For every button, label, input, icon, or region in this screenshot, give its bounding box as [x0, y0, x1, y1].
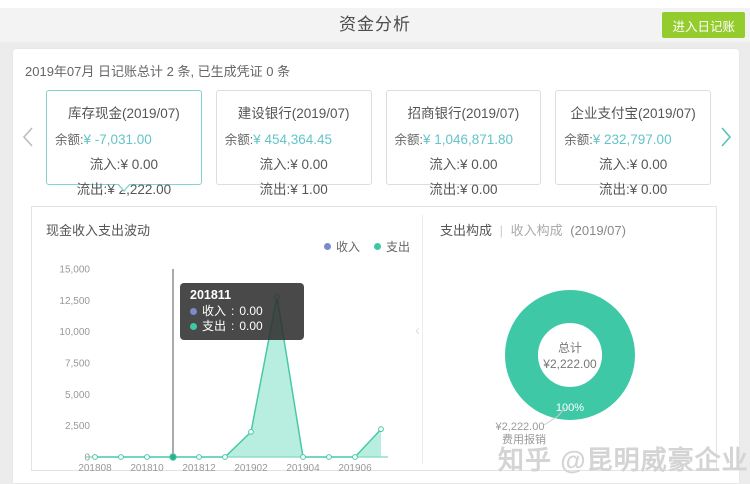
- svg-text:201906: 201906: [338, 463, 372, 474]
- account-inflow: 流入:¥ 0.00: [387, 153, 541, 173]
- collapse-chevron-icon[interactable]: ‹: [415, 322, 420, 339]
- account-name: 企业支付宝(2019/07): [570, 105, 696, 121]
- tab-expense-composition[interactable]: 支出构成: [440, 223, 492, 238]
- outflow-value: ¥ 1.00: [290, 181, 328, 197]
- outflow-label: 流出:: [76, 181, 108, 197]
- balance-value: ¥ 232,797.00: [592, 131, 672, 147]
- tab-income-composition[interactable]: 收入构成: [511, 223, 563, 238]
- inflow-label: 流入:: [89, 156, 121, 172]
- inflow-value: ¥ 0.00: [290, 156, 328, 172]
- account-balance: 余额:¥ 1,046,871.80: [395, 129, 541, 148]
- tooltip-separator: :: [231, 319, 235, 333]
- tooltip-title: 201811: [190, 288, 232, 302]
- prev-accounts-button[interactable]: [19, 90, 37, 185]
- outflow-value: ¥ 2,222.00: [107, 181, 172, 197]
- chart-tooltip: 201811 收入 : 0.00 支出 : 0.00: [180, 283, 304, 340]
- inflow-label: 流入:: [429, 156, 460, 172]
- account-card-alipay[interactable]: 企业支付宝(2019/07) 余额:¥ 232,797.00 流入:¥ 0.00…: [555, 89, 712, 197]
- account-inflow: 流入:¥ 0.00: [217, 153, 371, 173]
- top-white-strip: [0, 0, 750, 8]
- donut-center-label: 总计: [558, 341, 582, 355]
- balance-label: 余额:: [394, 132, 423, 147]
- tooltip-expense-row: 支出 : 0.00: [190, 319, 294, 334]
- account-balance: 余额:¥ 232,797.00: [564, 129, 710, 148]
- balance-value: ¥ -7,031.00: [83, 131, 152, 147]
- svg-text:201902: 201902: [234, 463, 268, 474]
- account-name: 库存现金(2019/07): [67, 105, 180, 121]
- outflow-value: ¥ 0.00: [459, 181, 498, 197]
- inflow-value: ¥ 0.00: [120, 156, 158, 172]
- tab-separator: |: [499, 223, 504, 238]
- tooltip-value: 0.00: [239, 319, 263, 333]
- account-outflow: 流出:¥ 2,222.00: [47, 178, 201, 198]
- page-title: 资金分析: [339, 15, 411, 34]
- account-balance: 余额:¥ 454,364.45: [225, 129, 371, 148]
- inflow-label: 流入:: [259, 156, 291, 172]
- account-outflow: 流出:¥ 1.00: [217, 178, 371, 198]
- svg-text:7,500: 7,500: [65, 359, 90, 370]
- zhihu-watermark: 知乎 @昆明威豪企业: [498, 445, 749, 475]
- chevron-left-icon: [22, 127, 33, 147]
- svg-text:201904: 201904: [286, 463, 320, 474]
- outflow-label: 流出:: [259, 181, 291, 197]
- svg-text:5,000: 5,000: [65, 390, 90, 401]
- callout-value: ¥2,222.00: [495, 421, 545, 433]
- next-accounts-button[interactable]: [717, 90, 735, 185]
- outflow-label: 流出:: [429, 181, 460, 197]
- balance-label: 余额:: [224, 132, 254, 147]
- tooltip-label: 收入: [202, 304, 227, 318]
- outflow-label: 流出:: [598, 181, 630, 197]
- svg-text:0: 0: [84, 453, 90, 464]
- charts-divider: [422, 215, 423, 464]
- svg-text:15,000: 15,000: [59, 265, 90, 276]
- header-bar: 资金分析 进入日记账: [0, 8, 750, 42]
- inflow-label: 流入:: [598, 156, 630, 172]
- account-name: 建设银行(2019/07): [237, 105, 350, 121]
- balance-value: ¥ 454,364.45: [253, 131, 333, 147]
- account-card-ccb[interactable]: 建设银行(2019/07) 余额:¥ 454,364.45 流入:¥ 0.00 …: [215, 89, 372, 197]
- svg-text:2,500: 2,500: [65, 421, 90, 432]
- balance-label: 余额:: [54, 132, 84, 147]
- tooltip-label: 支出: [202, 319, 227, 333]
- donut-ring[interactable]: [505, 290, 635, 420]
- main-panel: 2019年07月 日记账总计 2 条, 已生成凭证 0 条 库存现金(2019/…: [12, 48, 740, 484]
- donut-center-value: ¥2,222.00: [542, 357, 597, 371]
- inflow-value: ¥ 0.00: [459, 156, 498, 172]
- composition-tabs: 支出构成 | 收入构成 (2019/07): [440, 220, 626, 239]
- donut-slice-percent: 100%: [556, 402, 584, 414]
- account-outflow: 流出:¥ 0.00: [556, 178, 710, 198]
- chevron-right-icon: [721, 127, 732, 147]
- svg-text:10,000: 10,000: [59, 327, 90, 338]
- tooltip-income-row: 收入 : 0.00: [190, 304, 294, 319]
- inflow-value: ¥ 0.00: [629, 156, 668, 172]
- income-dot-icon: [190, 308, 197, 315]
- enter-journal-button[interactable]: 进入日记账: [662, 12, 745, 38]
- svg-text:12,500: 12,500: [59, 296, 90, 307]
- account-inflow: 流入:¥ 0.00: [47, 153, 201, 173]
- account-card-cmb[interactable]: 招商银行(2019/07) 余额:¥ 1,046,871.80 流入:¥ 0.0…: [385, 89, 542, 197]
- composition-period: (2019/07): [570, 223, 626, 238]
- charts-container: 现金收入支出波动 收入 支出 0 2,500 5,000 7,500 10,000 12,…: [31, 206, 717, 474]
- account-balance: 余额:¥ -7,031.00: [55, 129, 201, 148]
- expense-dot-icon: [190, 323, 197, 330]
- tooltip-separator: :: [231, 304, 235, 318]
- account-outflow: 流出:¥ 0.00: [387, 178, 541, 198]
- journal-summary-text: 2019年07月 日记账总计 2 条, 已生成凭证 0 条: [25, 64, 291, 79]
- svg-text:201808: 201808: [78, 463, 112, 474]
- account-card-cash[interactable]: 库存现金(2019/07) 余额:¥ -7,031.00 流入:¥ 0.00 流…: [45, 89, 202, 197]
- outflow-value: ¥ 0.00: [629, 181, 668, 197]
- account-inflow: 流入:¥ 0.00: [556, 153, 710, 173]
- svg-text:201812: 201812: [182, 463, 216, 474]
- account-name: 招商银行(2019/07): [407, 105, 520, 121]
- tooltip-value: 0.00: [239, 304, 263, 318]
- svg-text:201810: 201810: [130, 463, 164, 474]
- account-cards-carousel: 库存现金(2019/07) 余额:¥ -7,031.00 流入:¥ 0.00 流…: [19, 87, 735, 197]
- balance-label: 余额:: [564, 132, 593, 147]
- balance-value: ¥ 1,046,871.80: [422, 131, 514, 147]
- donut-chart-svg[interactable]: 总计 ¥2,222.00 100% ¥2,222.00 费用报销: [432, 275, 712, 465]
